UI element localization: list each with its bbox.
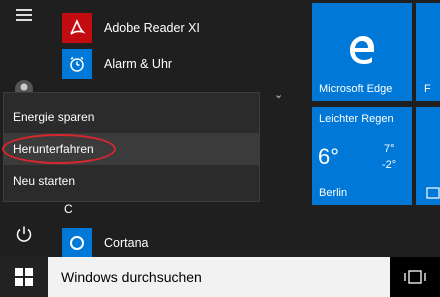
chevron-down-icon[interactable]: ⌄: [274, 88, 283, 101]
search-input[interactable]: Windows durchsuchen: [48, 257, 390, 297]
cortana-icon: [62, 228, 92, 258]
tile-partial-bottom[interactable]: [416, 107, 440, 205]
weather-low: -2°: [382, 159, 397, 171]
app-label: Alarm & Uhr: [104, 57, 173, 71]
menu-item-sleep[interactable]: Energie sparen: [4, 101, 259, 133]
group-header-c[interactable]: C: [64, 202, 73, 216]
edge-icon: [350, 36, 374, 64]
tile-label: Microsoft Edge: [319, 83, 393, 95]
tile-icon-partial: [426, 187, 440, 199]
menu-item-restart[interactable]: Neu starten: [4, 165, 259, 197]
windows-logo-icon: [15, 268, 33, 286]
weather-city: Berlin: [319, 187, 348, 199]
weather-temperature: 6°: [318, 144, 340, 169]
tile-label-partial: F: [424, 83, 431, 95]
task-view-icon[interactable]: [402, 267, 428, 287]
alarm-clock-icon: [62, 49, 92, 79]
tile-partial-top[interactable]: F: [416, 3, 440, 101]
start-button[interactable]: [0, 257, 48, 297]
app-label: Adobe Reader XI: [104, 21, 200, 35]
power-icon[interactable]: [13, 223, 35, 245]
tile-area: Microsoft Edge F Leichter Regen 6° 7° -2…: [303, 0, 440, 257]
app-item-alarm[interactable]: Alarm & Uhr: [62, 46, 292, 82]
menu-item-shutdown[interactable]: Herunterfahren: [4, 133, 259, 165]
app-item-cortana[interactable]: Cortana: [62, 225, 292, 261]
weather-high: 7°: [384, 143, 395, 155]
adobe-reader-icon: [62, 13, 92, 43]
weather-condition: Leichter Regen: [319, 113, 394, 125]
tile-microsoft-edge[interactable]: Microsoft Edge: [312, 3, 412, 101]
app-label: Cortana: [104, 236, 149, 250]
power-menu: Energie sparen Herunterfahren Neu starte…: [3, 92, 260, 202]
taskbar: Windows durchsuchen: [0, 257, 440, 297]
hamburger-icon[interactable]: [13, 4, 35, 26]
app-item-adobe-reader[interactable]: Adobe Reader XI: [62, 10, 292, 46]
tile-weather[interactable]: Leichter Regen 6° 7° -2° Berlin: [312, 107, 412, 205]
